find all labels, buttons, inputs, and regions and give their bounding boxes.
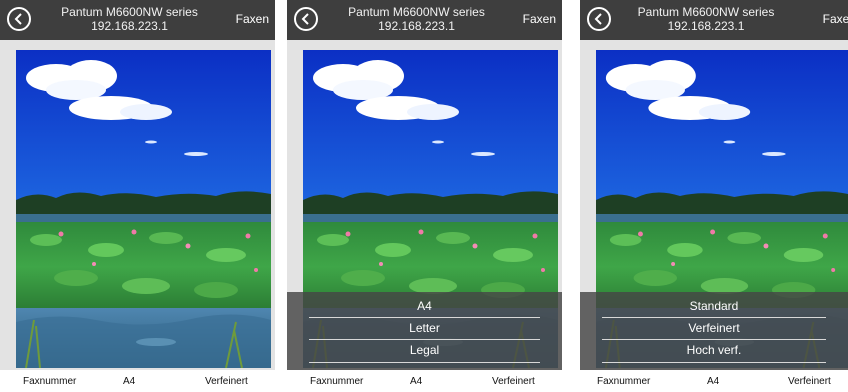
device-name: Pantum M6600NW series	[637, 5, 775, 19]
fax-settings-bar: Faxnummer A4 Verfeinert	[0, 372, 275, 392]
fax-preview-area: Standard Verfeinert Hoch verf.	[580, 40, 848, 370]
send-fax-button[interactable]: Faxen	[823, 12, 848, 26]
picker-option-letter[interactable]: Letter	[287, 317, 562, 339]
picker-divider	[602, 362, 826, 363]
fax-settings-bar: Faxnummer A4 Verfeinert	[287, 372, 562, 392]
phone-screen-1: Pantum M6600NW series 192.168.223.1 Faxe…	[0, 0, 275, 392]
paper-size-button[interactable]: A4	[410, 376, 422, 388]
resolution-button[interactable]: Verfeinert	[492, 376, 535, 388]
device-ip: 192.168.223.1	[667, 19, 745, 33]
picker-option-a4[interactable]: A4	[287, 295, 562, 317]
back-arrow-icon	[594, 13, 602, 25]
send-fax-button[interactable]: Faxen	[236, 12, 269, 26]
device-ip: 192.168.223.1	[91, 19, 168, 33]
phone-screen-2: Pantum M6600NW series 192.168.223.1 Faxe…	[287, 0, 562, 392]
fax-preview-area	[0, 40, 275, 370]
fax-number-button[interactable]: Faxnummer	[23, 376, 76, 388]
fax-preview-area: A4 Letter Legal	[287, 40, 562, 370]
device-ip: 192.168.223.1	[378, 19, 455, 33]
device-name: Pantum M6600NW series	[61, 5, 198, 19]
paper-size-button[interactable]: A4	[707, 376, 719, 388]
back-button[interactable]	[587, 7, 611, 31]
title-bar: Pantum M6600NW series 192.168.223.1 Faxe…	[0, 0, 275, 40]
fax-number-button[interactable]: Faxnummer	[310, 376, 363, 388]
paper-size-picker: A4 Letter Legal	[287, 292, 562, 370]
fax-number-button[interactable]: Faxnummer	[597, 376, 650, 388]
preview-image	[16, 50, 271, 368]
title-bar: Pantum M6600NW series 192.168.223.1 Faxe…	[287, 0, 562, 40]
picker-option-legal[interactable]: Legal	[287, 339, 562, 361]
paper-size-button[interactable]: A4	[123, 376, 135, 388]
back-arrow-icon	[301, 13, 309, 25]
picker-option-hoch-verf[interactable]: Hoch verf.	[580, 339, 848, 361]
back-button[interactable]	[294, 7, 318, 31]
picker-option-standard[interactable]: Standard	[580, 295, 848, 317]
resolution-button[interactable]: Verfeinert	[205, 376, 248, 388]
back-button[interactable]	[7, 7, 31, 31]
resolution-button[interactable]: Verfeinert	[788, 376, 831, 388]
resolution-picker: Standard Verfeinert Hoch verf.	[580, 292, 848, 370]
picker-divider	[309, 362, 540, 363]
send-fax-button[interactable]: Faxen	[523, 12, 556, 26]
picker-option-verfeinert[interactable]: Verfeinert	[580, 317, 848, 339]
fax-settings-bar: Faxnummer A4 Verfeinert	[580, 372, 848, 392]
device-name: Pantum M6600NW series	[348, 5, 485, 19]
phone-screen-3: Pantum M6600NW series 192.168.223.1 Faxe…	[580, 0, 848, 392]
back-arrow-icon	[14, 13, 22, 25]
title-bar: Pantum M6600NW series 192.168.223.1 Faxe…	[580, 0, 848, 40]
